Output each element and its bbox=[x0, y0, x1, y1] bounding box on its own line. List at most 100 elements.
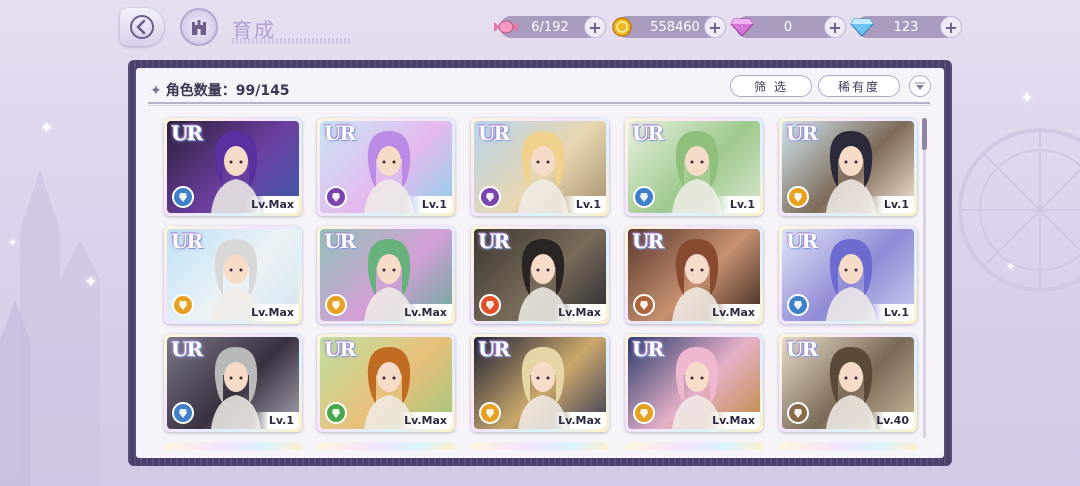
attribute-icon bbox=[172, 294, 194, 316]
character-portrait: UR Lv.Max bbox=[474, 229, 606, 321]
pink-diamond-value: 0 bbox=[783, 19, 793, 35]
attribute-icon bbox=[479, 294, 501, 316]
filter-button[interactable]: 筛 选 bbox=[730, 75, 812, 97]
rarity-badge: UR bbox=[632, 337, 664, 361]
rarity-badge: UR bbox=[324, 229, 356, 253]
character-portrait: UR Lv.1 bbox=[320, 121, 452, 213]
rarity-badge: UR bbox=[632, 229, 664, 253]
character-card[interactable]: UR Lv.1 bbox=[779, 226, 917, 324]
home-button[interactable] bbox=[180, 8, 218, 46]
castle-icon bbox=[192, 20, 206, 35]
rarity-badge: UR bbox=[171, 337, 203, 361]
character-card[interactable]: UR Lv.Max bbox=[471, 226, 609, 324]
character-grid[interactable]: UR Lv.Max UR Lv.1 UR Lv.1 UR Lv.1 UR Lv.1 UR Lv.Max… bbox=[148, 108, 922, 450]
level-label: Lv.40 bbox=[868, 412, 914, 429]
character-count: ✦ 角色数量：99/145 bbox=[150, 80, 290, 100]
level-label: Lv.Max bbox=[553, 412, 606, 429]
blue-diamond-icon bbox=[848, 13, 876, 41]
rarity-badge: UR bbox=[478, 229, 510, 253]
character-card[interactable]: UR Lv.Max bbox=[625, 334, 763, 432]
character-card[interactable]: UR Lv.Max bbox=[317, 334, 455, 432]
character-card[interactable]: UR Lv.Max bbox=[317, 226, 455, 324]
level-label: Lv.Max bbox=[399, 304, 452, 321]
character-portrait: UR Lv.Max bbox=[320, 229, 452, 321]
character-portrait: UR Lv.Max bbox=[320, 337, 452, 429]
rarity-badge: UR bbox=[324, 121, 356, 145]
character-portrait: UR Lv.Max bbox=[167, 121, 299, 213]
resource-blue-diamond: 123 + bbox=[850, 16, 962, 38]
character-portrait: UR Lv.40 bbox=[782, 337, 914, 429]
chevron-down-icon bbox=[915, 82, 925, 90]
pink-diamond-icon bbox=[728, 13, 756, 41]
add-blue-diamond-button[interactable]: + bbox=[940, 16, 962, 38]
level-label: Lv.1 bbox=[253, 412, 299, 429]
character-card[interactable]: UR Lv.1 bbox=[164, 334, 302, 432]
character-portrait: UR Lv.Max bbox=[628, 229, 760, 321]
attribute-icon bbox=[479, 186, 501, 208]
sparkle-icon: ✦ bbox=[8, 236, 18, 249]
add-gold-button[interactable]: + bbox=[704, 16, 726, 38]
character-card[interactable]: UR Lv.Max bbox=[164, 226, 302, 324]
sort-order-button[interactable] bbox=[909, 75, 931, 97]
character-portrait: UR Lv.Max bbox=[628, 337, 760, 429]
level-label: Lv.1 bbox=[868, 304, 914, 321]
level-label: Lv.Max bbox=[553, 304, 606, 321]
ferris-wheel-silhouette bbox=[958, 128, 1080, 292]
level-label: Lv.Max bbox=[707, 304, 760, 321]
sparkle-icon: ✦ bbox=[84, 272, 98, 291]
rarity-badge: UR bbox=[171, 229, 203, 253]
character-card[interactable]: UR Lv.1 bbox=[625, 118, 763, 216]
rarity-badge: UR bbox=[786, 121, 818, 145]
rarity-badge: UR bbox=[324, 337, 356, 361]
back-arrow-icon bbox=[130, 15, 154, 39]
character-card-partial[interactable] bbox=[625, 442, 763, 450]
character-card[interactable]: UR Lv.1 bbox=[471, 118, 609, 216]
attribute-icon bbox=[172, 402, 194, 424]
attribute-icon bbox=[325, 294, 347, 316]
character-portrait: UR Lv.1 bbox=[782, 121, 914, 213]
rarity-badge: UR bbox=[632, 121, 664, 145]
character-card[interactable]: UR Lv.Max bbox=[164, 118, 302, 216]
resource-pink-diamond: 0 + bbox=[730, 16, 846, 38]
character-portrait: UR Lv.Max bbox=[167, 229, 299, 321]
scrollbar-thumb[interactable] bbox=[922, 118, 927, 150]
character-card[interactable]: UR Lv.1 bbox=[317, 118, 455, 216]
level-label: Lv.1 bbox=[560, 196, 606, 213]
rarity-badge: UR bbox=[786, 229, 818, 253]
candy-value: 6/192 bbox=[531, 19, 569, 35]
rarity-sort-button[interactable]: 稀有度 bbox=[818, 75, 900, 97]
character-card[interactable]: UR Lv.Max bbox=[625, 226, 763, 324]
character-portrait: UR Lv.Max bbox=[474, 337, 606, 429]
resource-gold: 558460 + bbox=[612, 16, 726, 38]
character-card-partial[interactable] bbox=[471, 442, 609, 450]
level-label: Lv.Max bbox=[707, 412, 760, 429]
scrollbar-track[interactable] bbox=[923, 118, 926, 438]
attribute-icon bbox=[633, 186, 655, 208]
character-count-text: 角色数量：99/145 bbox=[165, 83, 290, 99]
back-button[interactable] bbox=[120, 8, 164, 46]
attribute-icon bbox=[633, 402, 655, 424]
character-card-partial[interactable] bbox=[779, 442, 917, 450]
character-card-partial[interactable] bbox=[317, 442, 455, 450]
character-card[interactable]: UR Lv.1 bbox=[779, 118, 917, 216]
attribute-icon bbox=[479, 402, 501, 424]
attribute-icon bbox=[787, 402, 809, 424]
rarity-badge: UR bbox=[478, 337, 510, 361]
gold-coin-icon bbox=[608, 13, 636, 41]
header-divider-thin bbox=[148, 105, 930, 106]
character-card[interactable]: UR Lv.Max bbox=[471, 334, 609, 432]
rarity-badge: UR bbox=[478, 121, 510, 145]
sparkle-icon: ✦ bbox=[40, 118, 54, 137]
character-portrait: UR Lv.1 bbox=[474, 121, 606, 213]
attribute-icon bbox=[172, 186, 194, 208]
sparkle-icon: ✦ bbox=[1006, 260, 1016, 273]
add-candy-button[interactable]: + bbox=[584, 16, 606, 38]
sparkle-icon: ✦ bbox=[150, 83, 162, 99]
blue-diamond-value: 123 bbox=[893, 19, 919, 35]
character-portrait: UR Lv.1 bbox=[782, 229, 914, 321]
character-portrait: UR Lv.1 bbox=[167, 337, 299, 429]
header-divider bbox=[148, 102, 930, 104]
character-card[interactable]: UR Lv.40 bbox=[779, 334, 917, 432]
character-card-partial[interactable] bbox=[164, 442, 302, 450]
add-pink-diamond-button[interactable]: + bbox=[824, 16, 846, 38]
